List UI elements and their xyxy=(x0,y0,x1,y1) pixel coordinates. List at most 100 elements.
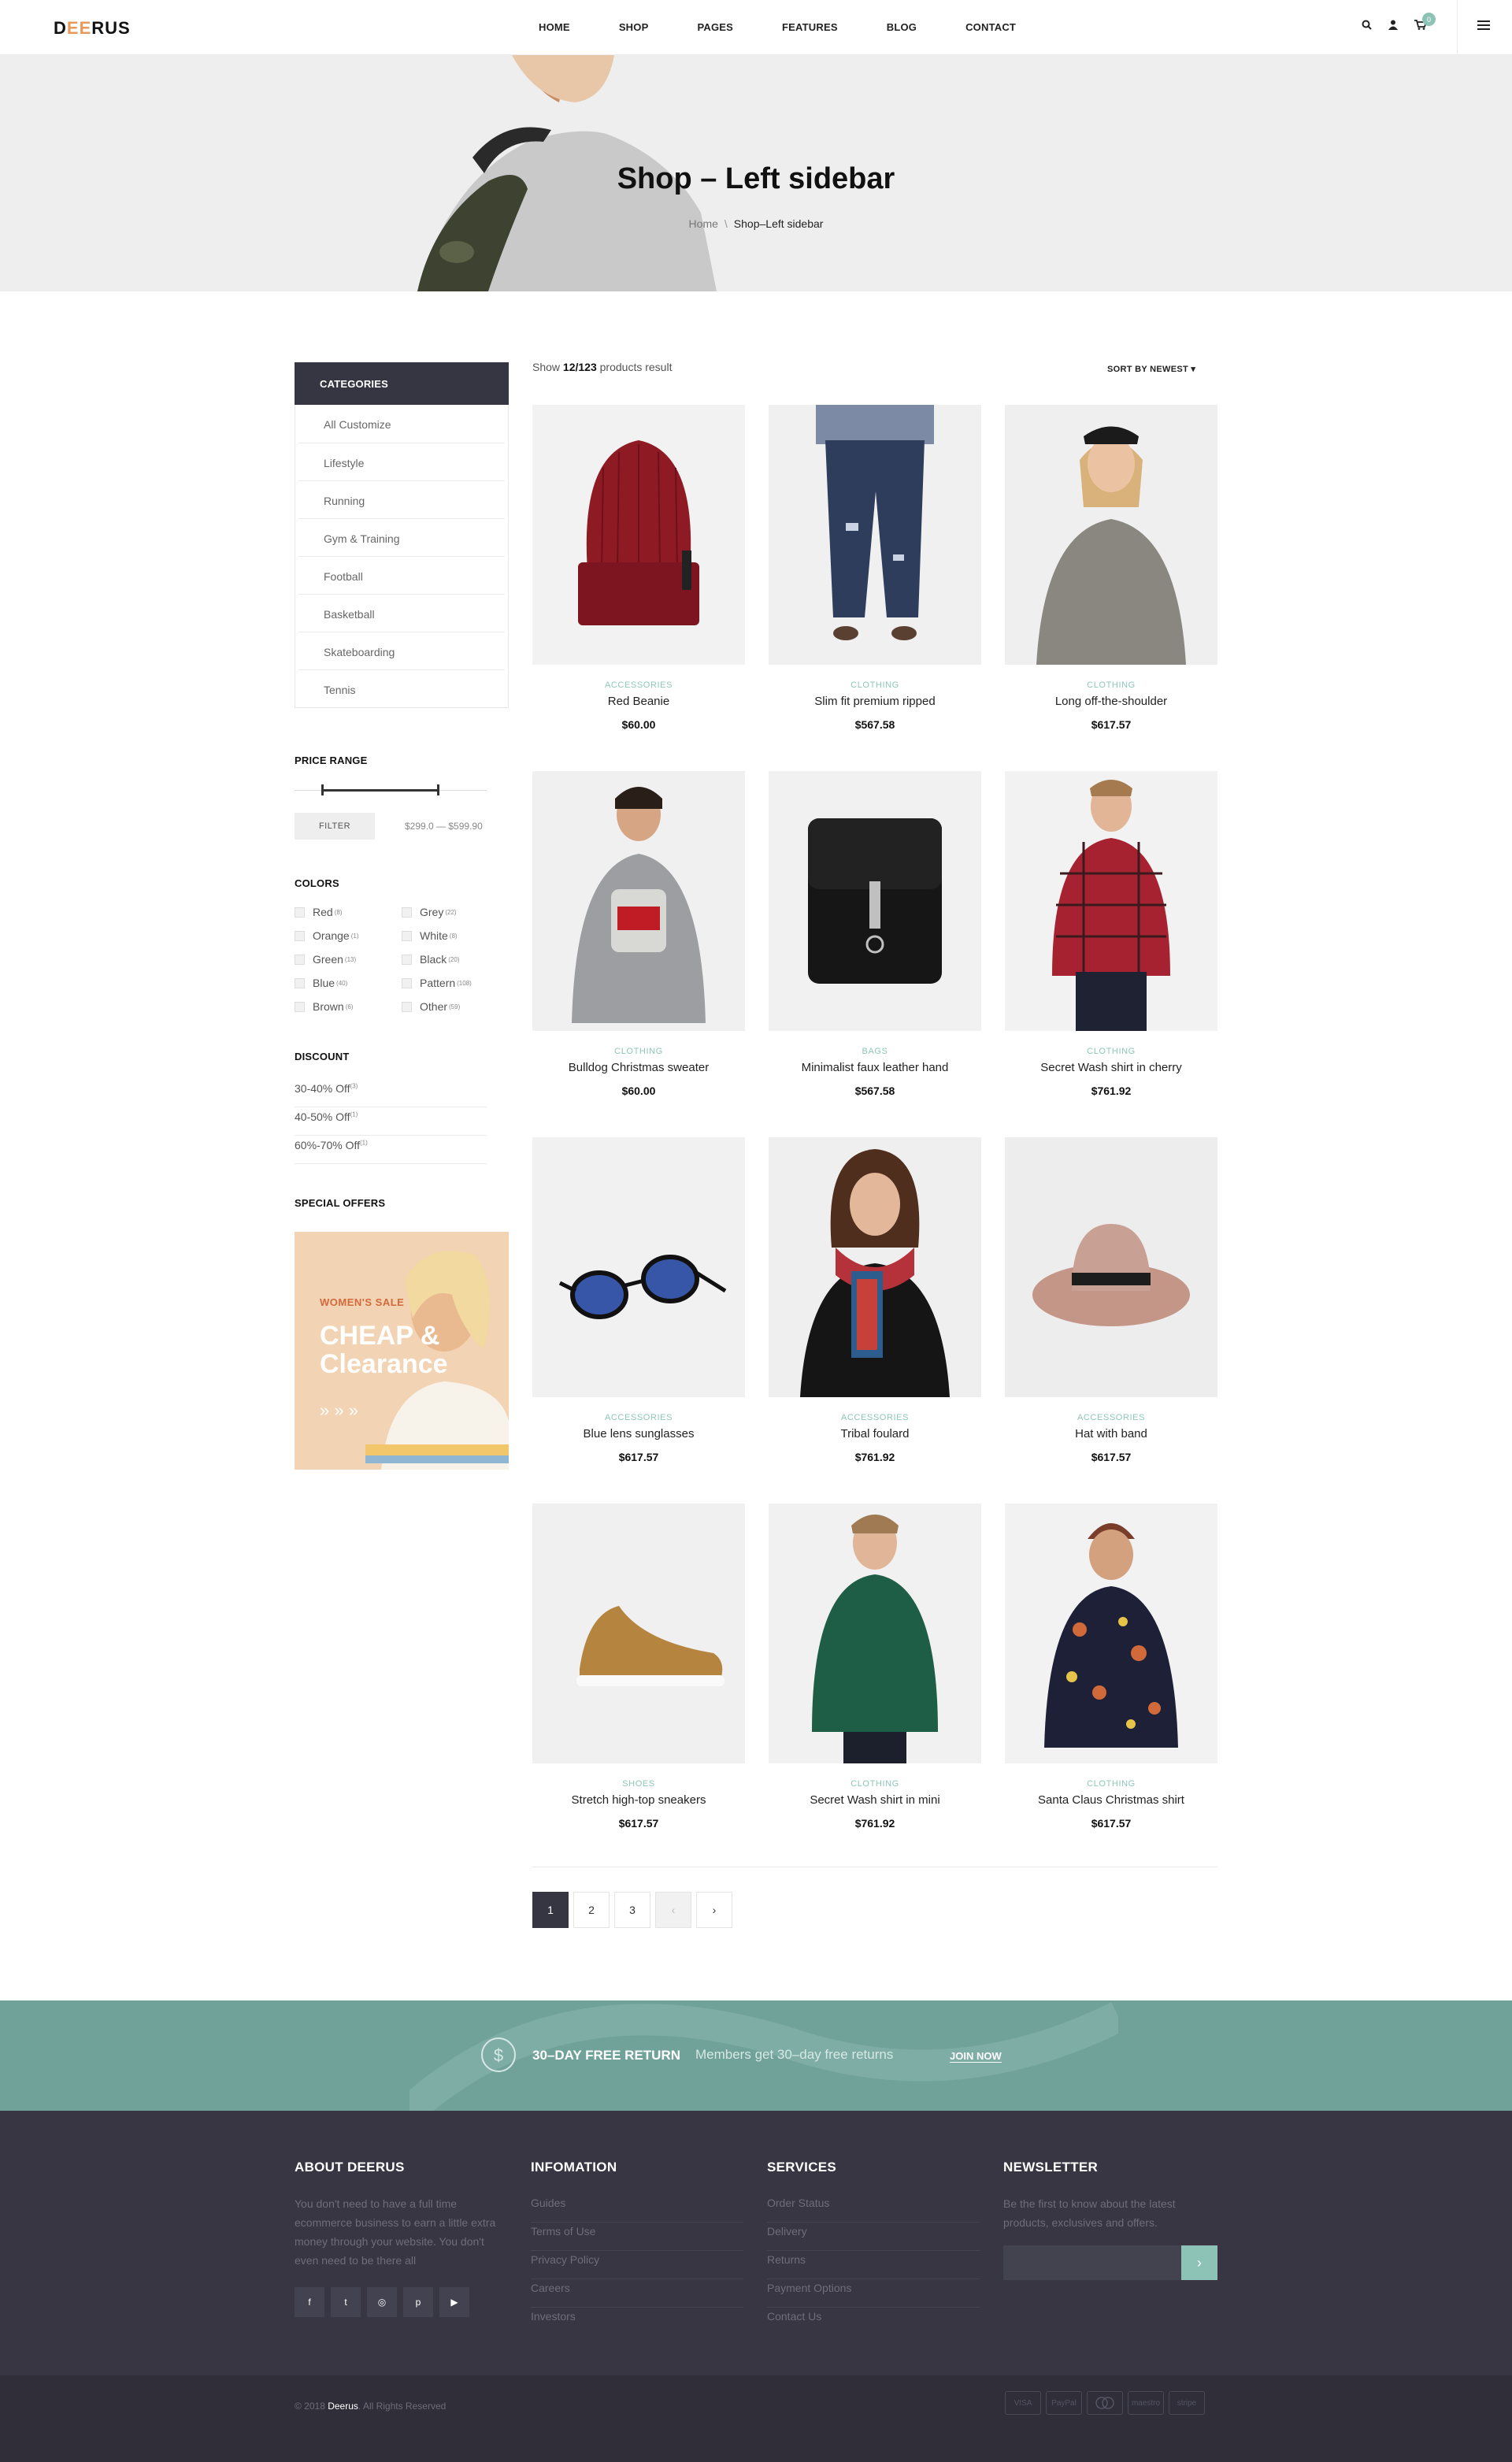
product-card[interactable]: CLOTHING Slim fit premium ripped $567.58 xyxy=(769,405,981,736)
product-name[interactable]: Bulldog Christmas sweater xyxy=(532,1061,745,1074)
footer-link[interactable]: Careers xyxy=(531,2279,743,2308)
product-card[interactable]: CLOTHING Bulldog Christmas sweater $60.0… xyxy=(532,771,745,1102)
search-icon[interactable] xyxy=(1359,17,1373,32)
color-checkbox[interactable] xyxy=(295,1001,305,1012)
category-item[interactable]: Football xyxy=(298,556,505,594)
discount-list: 30-40% Off(3) 40-50% Off(1) 60%-70% Off(… xyxy=(295,1079,487,1164)
category-item[interactable]: Skateboarding xyxy=(298,632,505,669)
color-checkbox[interactable] xyxy=(295,954,305,965)
nav-contact[interactable]: CONTACT xyxy=(965,21,1016,33)
page-1-button[interactable]: 1 xyxy=(532,1892,569,1928)
price-slider-min-handle[interactable] xyxy=(321,784,324,795)
category-item[interactable]: All Customize xyxy=(298,405,505,443)
product-name[interactable]: Tribal foulard xyxy=(769,1427,981,1440)
color-checkbox[interactable] xyxy=(295,930,305,941)
product-name[interactable]: Secret Wash shirt in mini xyxy=(769,1793,981,1807)
product-card[interactable]: CLOTHING Secret Wash shirt in mini $761.… xyxy=(769,1504,981,1834)
product-card[interactable]: ACCESSORIES Tribal foulard $761.92 xyxy=(769,1137,981,1468)
next-page-button[interactable]: › xyxy=(696,1892,732,1928)
product-name[interactable]: Red Beanie xyxy=(532,695,745,708)
product-card[interactable]: ACCESSORIES Red Beanie $60.00 xyxy=(532,405,745,736)
color-option[interactable]: Other (59) xyxy=(402,1000,499,1013)
page-2-button[interactable]: 2 xyxy=(573,1892,610,1928)
category-item[interactable]: Tennis xyxy=(298,669,505,707)
product-card[interactable]: BAGS Minimalist faux leather hand $567.5… xyxy=(769,771,981,1102)
footer-link[interactable]: Guides xyxy=(531,2194,743,2223)
color-checkbox[interactable] xyxy=(402,930,412,941)
color-option[interactable]: Brown (6) xyxy=(295,1000,402,1013)
user-icon[interactable] xyxy=(1386,17,1400,32)
nav-home[interactable]: HOME xyxy=(539,21,570,33)
product-category: ACCESSORIES xyxy=(604,680,673,690)
color-option[interactable]: Red (8) xyxy=(295,906,402,918)
filter-button[interactable]: FILTER xyxy=(295,813,375,840)
newsletter-email-input[interactable] xyxy=(1003,2245,1181,2280)
footer-link[interactable]: Payment Options xyxy=(767,2279,980,2308)
color-checkbox[interactable] xyxy=(295,907,305,918)
product-name[interactable]: Long off-the-shoulder xyxy=(1005,695,1217,708)
product-name[interactable]: Slim fit premium ripped xyxy=(769,695,981,708)
color-checkbox[interactable] xyxy=(402,954,412,965)
color-option[interactable]: Orange (1) xyxy=(295,929,402,942)
sort-dropdown[interactable]: SORT BY NEWEST ▾ xyxy=(1107,364,1195,374)
product-name[interactable]: Hat with band xyxy=(1005,1427,1217,1440)
product-card[interactable]: CLOTHING Santa Claus Christmas shirt $61… xyxy=(1005,1504,1217,1834)
color-option[interactable]: Green (13) xyxy=(295,953,402,966)
nav-shop[interactable]: SHOP xyxy=(619,21,649,33)
footer-link[interactable]: Order Status xyxy=(767,2194,980,2223)
footer-link[interactable]: Contact Us xyxy=(767,2308,980,2336)
breadcrumb-home[interactable]: Home xyxy=(689,217,718,230)
special-offer-banner[interactable]: » » » WOMEN'S SALE CHEAP & Clearance xyxy=(295,1232,509,1470)
facebook-icon[interactable]: f xyxy=(295,2287,324,2317)
product-category: ACCESSORIES xyxy=(1077,1413,1146,1422)
twitter-icon[interactable]: t xyxy=(331,2287,361,2317)
footer-link[interactable]: Delivery xyxy=(767,2223,980,2251)
discount-item[interactable]: 40-50% Off(1) xyxy=(295,1107,487,1136)
product-card[interactable]: ACCESSORIES Hat with band $617.57 xyxy=(1005,1137,1217,1468)
footer-about-title: ABOUT DEERUS xyxy=(295,2160,405,2175)
category-item[interactable]: Basketball xyxy=(298,594,505,632)
color-checkbox[interactable] xyxy=(402,1001,412,1012)
pinterest-icon[interactable]: p xyxy=(403,2287,433,2317)
price-slider[interactable] xyxy=(295,784,487,795)
color-option[interactable]: Grey (22) xyxy=(402,906,499,918)
product-name[interactable]: Minimalist faux leather hand xyxy=(769,1061,981,1074)
nav-features[interactable]: FEATURES xyxy=(782,21,838,33)
price-slider-max-handle[interactable] xyxy=(437,784,439,795)
category-item[interactable]: Lifestyle xyxy=(298,443,505,480)
category-item[interactable]: Running xyxy=(298,480,505,518)
youtube-icon[interactable]: ▶ xyxy=(439,2287,469,2317)
color-option[interactable]: Black (20) xyxy=(402,953,499,966)
footer-link[interactable]: Privacy Policy xyxy=(531,2251,743,2279)
color-checkbox[interactable] xyxy=(402,907,412,918)
category-item[interactable]: Gym & Training xyxy=(298,518,505,556)
color-option[interactable]: Blue (40) xyxy=(295,977,402,989)
product-card[interactable]: CLOTHING Secret Wash shirt in cherry $76… xyxy=(1005,771,1217,1102)
color-checkbox[interactable] xyxy=(402,977,412,988)
product-name[interactable]: Blue lens sunglasses xyxy=(532,1427,745,1440)
brand-logo[interactable]: DEERUS xyxy=(54,18,131,39)
footer-link[interactable]: Terms of Use xyxy=(531,2223,743,2251)
product-name[interactable]: Stretch high-top sneakers xyxy=(532,1793,745,1807)
page-3-button[interactable]: 3 xyxy=(614,1892,650,1928)
discount-item[interactable]: 30-40% Off(3) xyxy=(295,1079,487,1107)
product-name[interactable]: Secret Wash shirt in cherry xyxy=(1005,1061,1217,1074)
color-option[interactable]: White (8) xyxy=(402,929,499,942)
nav-blog[interactable]: BLOG xyxy=(887,21,917,33)
color-option[interactable]: Pattern (108) xyxy=(402,977,499,989)
product-card[interactable]: ACCESSORIES Blue lens sunglasses $617.57 xyxy=(532,1137,745,1468)
footer-link[interactable]: Returns xyxy=(767,2251,980,2279)
product-name[interactable]: Santa Claus Christmas shirt xyxy=(1005,1793,1217,1807)
menu-icon[interactable] xyxy=(1477,20,1490,32)
instagram-icon[interactable]: ◎ xyxy=(367,2287,397,2317)
product-card[interactable]: SHOES Stretch high-top sneakers $617.57 xyxy=(532,1504,745,1834)
footer-link[interactable]: Investors xyxy=(531,2308,743,2336)
join-now-link[interactable]: JOIN NOW xyxy=(950,2050,1002,2063)
nav-pages[interactable]: PAGES xyxy=(697,21,733,33)
product-card[interactable]: CLOTHING Long off-the-shoulder $617.57 xyxy=(1005,405,1217,736)
prev-page-button[interactable]: ‹ xyxy=(655,1892,691,1928)
newsletter-submit-button[interactable]: › xyxy=(1181,2245,1217,2280)
discount-item[interactable]: 60%-70% Off(1) xyxy=(295,1136,487,1164)
cart-icon[interactable]: 0 xyxy=(1413,13,1436,32)
color-checkbox[interactable] xyxy=(295,977,305,988)
